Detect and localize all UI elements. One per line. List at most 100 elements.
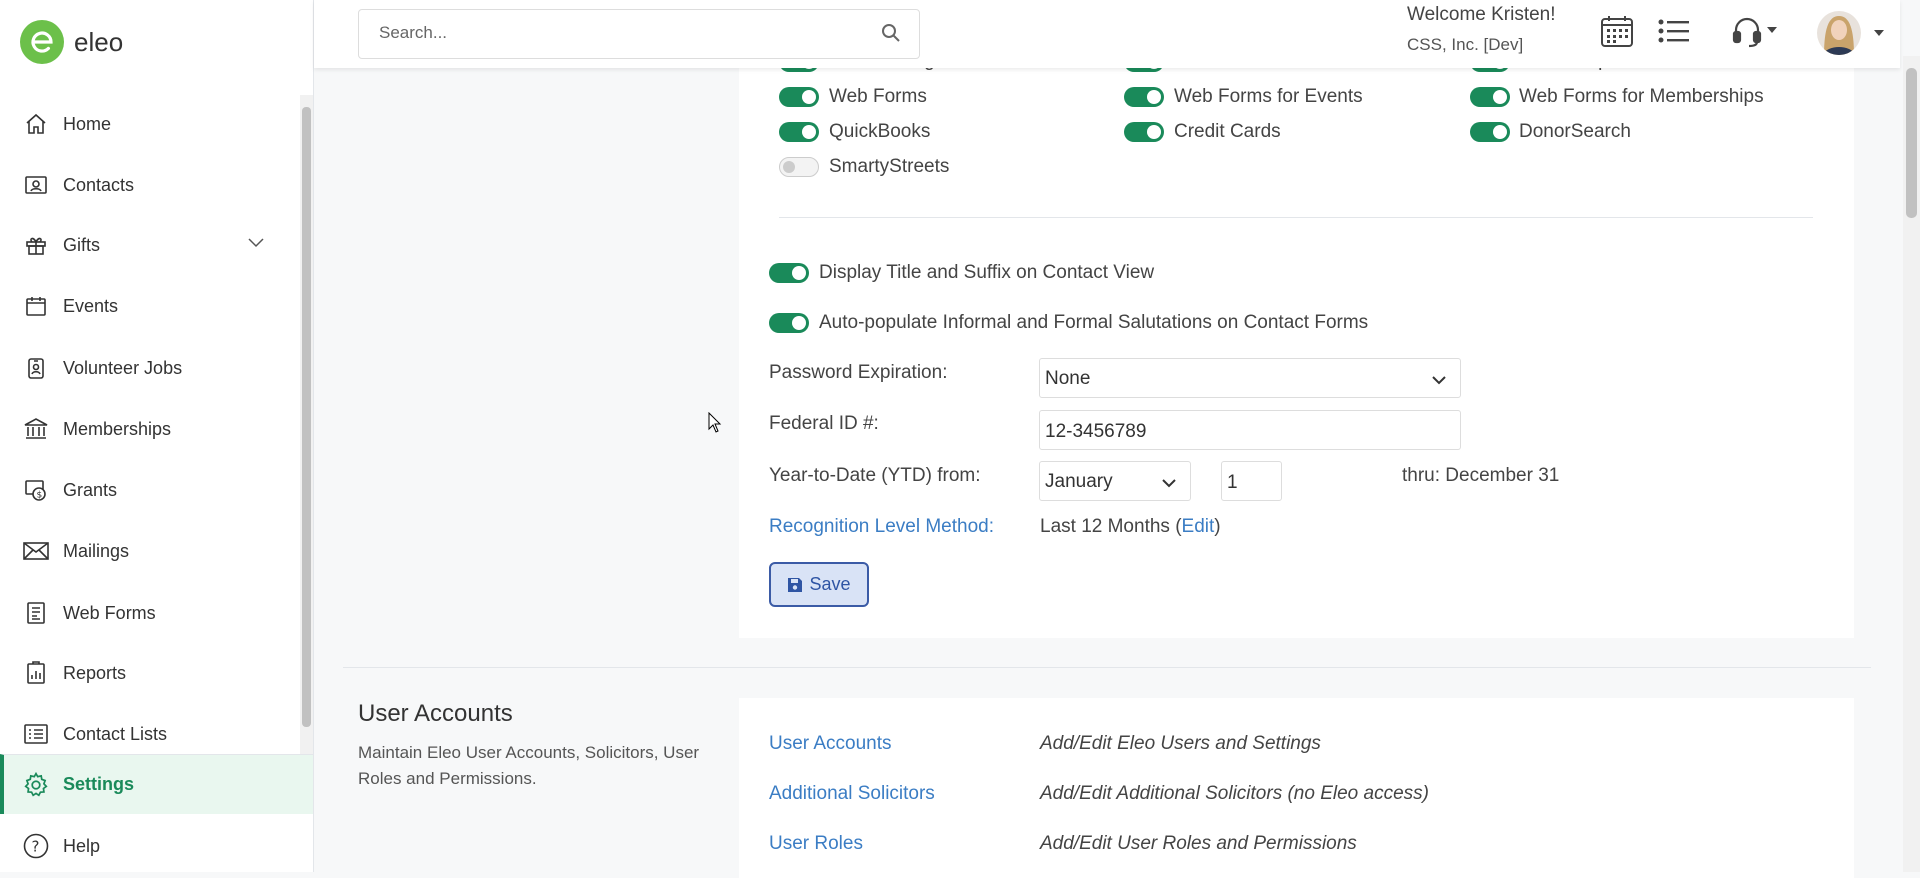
ytd-month-select[interactable]: January [1039, 461, 1191, 501]
logo-text: eleo [74, 26, 124, 57]
toggle-web-forms[interactable] [779, 87, 819, 107]
gift-icon [22, 231, 50, 259]
search-input[interactable] [377, 22, 861, 44]
toggle-quickbooks[interactable] [779, 122, 819, 142]
recognition-level-value: Last 12 Months (Edit) [1040, 516, 1221, 538]
chevron-down-icon [1432, 372, 1446, 390]
form-icon [22, 599, 50, 627]
sidebar-item-settings[interactable]: Settings [0, 754, 313, 814]
password-expiration-select[interactable]: None [1039, 358, 1461, 398]
federal-id-input[interactable]: 12-3456789 [1039, 410, 1461, 450]
calendar-icon [22, 292, 50, 320]
eleo-logo[interactable]: eleo [20, 20, 123, 64]
gear-icon [22, 771, 50, 799]
sidebar-item-contacts[interactable]: Contacts [0, 159, 300, 211]
svg-text:$: $ [37, 491, 43, 501]
password-expiration-label: Password Expiration: [769, 362, 948, 383]
sidebar-item-gifts[interactable]: Gifts [0, 219, 300, 271]
sidebar-item-label: Contact Lists [63, 723, 168, 744]
select-value: None [1045, 368, 1091, 389]
sidebar-item-label: Web Forms [63, 602, 156, 623]
headset-icon[interactable] [1732, 16, 1778, 53]
chevron-down-icon[interactable] [248, 235, 264, 253]
svg-text:?: ? [32, 838, 40, 856]
envelope-icon [22, 537, 50, 565]
calendar-grid-icon[interactable] [1600, 14, 1634, 53]
sidebar-item-volunteer-jobs[interactable]: Volunteer Jobs [0, 342, 300, 394]
sidebar-item-help[interactable]: ? Help [0, 820, 313, 872]
user-accounts-link[interactable]: User Accounts [769, 733, 892, 755]
link-description: Add/Edit Eleo Users and Settings [1040, 733, 1321, 754]
welcome-text: Welcome Kristen! [1407, 4, 1556, 25]
sidebar-scroll-thumb[interactable] [302, 107, 311, 727]
sidebar-item-label: Settings [63, 774, 135, 794]
sidebar-item-contact-lists[interactable]: Contact Lists [0, 708, 300, 755]
recognition-close-paren: ) [1214, 516, 1221, 537]
recognition-edit-link[interactable]: Edit [1182, 516, 1215, 537]
sidebar-item-label: Help [63, 835, 101, 856]
chevron-down-icon [1162, 475, 1176, 493]
section-description: Maintain Eleo User Accounts, Solicitors,… [358, 743, 700, 788]
building-icon [22, 415, 50, 443]
additional-solicitors-link[interactable]: Additional Solicitors [769, 783, 935, 805]
avatar[interactable] [1816, 10, 1886, 63]
sidebar-item-web-forms[interactable]: Web Forms [0, 587, 300, 639]
organization-name: CSS, Inc. [Dev] [1407, 35, 1524, 54]
toggle-auto-populate[interactable] [769, 313, 809, 333]
sidebar-item-label: Contacts [63, 174, 135, 195]
sidebar-item-home[interactable]: Home [0, 98, 300, 150]
recognition-level-link[interactable]: Recognition Level Method: [769, 516, 994, 538]
sidebar-item-label: Memberships [63, 418, 172, 439]
save-label: Save [809, 574, 851, 594]
ytd-thru-text: thru: December 31 [1402, 465, 1560, 486]
sidebar-item-grants[interactable]: $ Grants [0, 464, 300, 516]
user-roles-link[interactable]: User Roles [769, 833, 863, 855]
toggle-label: Web Forms for Memberships [1519, 86, 1764, 107]
sidebar-item-label: Volunteer Jobs [63, 357, 183, 378]
page-scrollbar[interactable] [1903, 56, 1920, 872]
toggle-label: SmartyStreets [829, 156, 950, 177]
toggle-label: Web Forms for Events [1174, 86, 1363, 107]
logo-icon [20, 20, 64, 64]
link-description: Add/Edit Additional Solicitors (no Eleo … [1040, 783, 1429, 804]
sidebar-item-label: Reports [63, 662, 127, 683]
toggle-donorsearch[interactable] [1470, 122, 1510, 142]
sidebar-item-memberships[interactable]: Memberships [0, 403, 300, 455]
sidebar-item-mailings[interactable]: Mailings [0, 525, 300, 577]
sidebar-nav: Home Contacts Gifts Events Volunteer Job… [0, 95, 300, 755]
toggle-web-forms-events[interactable] [1124, 87, 1164, 107]
report-icon [22, 659, 50, 687]
section-divider [779, 217, 1813, 218]
sidebar-item-events[interactable]: Events [0, 280, 300, 332]
input-value: 1 [1227, 472, 1238, 493]
toggle-display-title[interactable] [769, 263, 809, 283]
mouse-cursor-icon [708, 411, 722, 439]
save-button[interactable]: Save [769, 562, 869, 607]
ytd-day-input[interactable]: 1 [1221, 461, 1282, 501]
toggle-label: QuickBooks [829, 121, 931, 142]
contact-card-icon [22, 171, 50, 199]
section-title: User Accounts [358, 700, 513, 727]
search-icon[interactable] [881, 23, 901, 48]
toggle-web-forms-memberships[interactable] [1470, 87, 1510, 107]
toggle-label: Display Title and Suffix on Contact View [819, 262, 1155, 283]
federal-id-label: Federal ID #: [769, 413, 879, 434]
help-icon: ? [22, 832, 50, 860]
badge-icon [22, 354, 50, 382]
select-value: January [1045, 471, 1113, 492]
sidebar-scrollbar[interactable] [300, 95, 313, 755]
sidebar-item-label: Grants [63, 479, 118, 500]
toggle-label: Auto-populate Informal and Formal Saluta… [819, 312, 1369, 333]
sidebar: eleo Home Contacts Gifts Events Voluntee… [0, 0, 314, 872]
toggle-credit-cards[interactable] [1124, 122, 1164, 142]
toggle-label: DonorSearch [1519, 121, 1631, 142]
search-box [358, 9, 920, 59]
toggle-label: Web Forms [829, 86, 927, 107]
top-header: Welcome Kristen! CSS, Inc. [Dev] [314, 0, 1900, 68]
task-list-icon[interactable] [1658, 18, 1690, 49]
floppy-disk-icon [787, 577, 803, 593]
sidebar-item-reports[interactable]: Reports [0, 647, 300, 699]
page-scroll-thumb[interactable] [1906, 68, 1917, 218]
toggle-label: Credit Cards [1174, 121, 1281, 142]
toggle-smartystreets[interactable] [779, 157, 819, 177]
